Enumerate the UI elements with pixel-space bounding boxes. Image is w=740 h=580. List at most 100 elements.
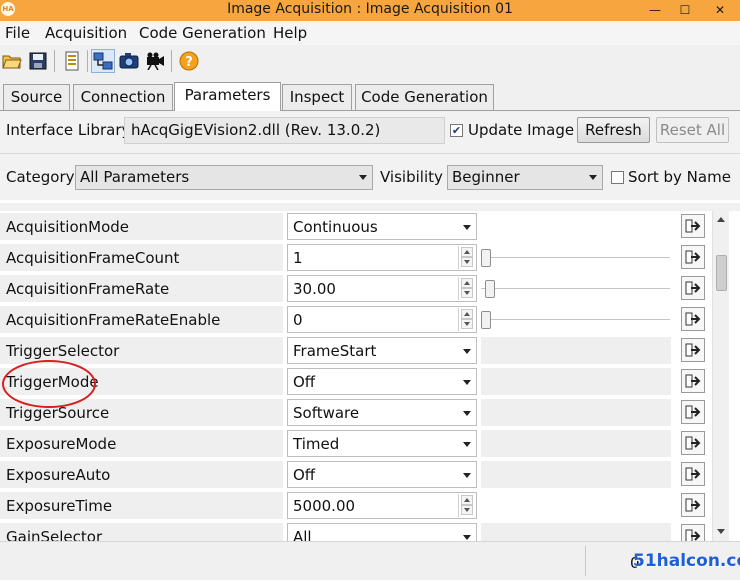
arrow-right-icon [685, 343, 701, 357]
category-label: Category [6, 168, 75, 186]
sort-by-name-label: Sort by Name [628, 168, 731, 186]
chevron-down-icon [463, 473, 471, 478]
parameter-name: AcquisitionFrameRateEnable [0, 306, 283, 333]
minimize-button[interactable]: — [640, 0, 670, 20]
parameter-value-dropdown[interactable]: Off [287, 368, 477, 395]
parameter-value: Software [293, 404, 360, 422]
parameter-value-dropdown[interactable]: Continuous [287, 213, 477, 240]
value-slider-thumb[interactable] [481, 249, 491, 267]
spin-up-icon[interactable] [461, 495, 473, 505]
parameter-info-button[interactable] [681, 338, 705, 362]
category-dropdown[interactable]: All Parameters [75, 165, 373, 190]
scrollbar-thumb[interactable] [716, 255, 727, 291]
spin-down-icon[interactable] [461, 505, 473, 515]
parameter-info-button[interactable] [681, 493, 705, 517]
parameter-info-button[interactable] [681, 400, 705, 424]
help-icon[interactable]: ? [177, 49, 201, 73]
tab-code-generation[interactable]: Code Generation [355, 84, 494, 110]
parameter-extra-field [481, 399, 671, 426]
toolbar-separator [87, 50, 88, 72]
parameter-info-button[interactable] [681, 307, 705, 331]
spin-down-icon[interactable] [461, 288, 473, 298]
parameter-row: AcquisitionFrameRate 30.00 [0, 273, 712, 304]
arrow-right-icon [685, 312, 701, 326]
spin-down-icon[interactable] [461, 257, 473, 267]
menu-code-generation[interactable]: Code Generation [139, 24, 266, 42]
parameter-row: AcquisitionFrameCount 1 [0, 242, 712, 273]
parameter-name: TriggerSelector [0, 337, 283, 364]
refresh-button[interactable]: Refresh [577, 117, 650, 143]
chevron-down-icon [463, 349, 471, 354]
menu-acquisition[interactable]: Acquisition [45, 24, 127, 42]
update-image-checkbox[interactable]: ✔ [450, 124, 463, 137]
parameter-value: 1 [293, 249, 303, 267]
arrow-right-icon [685, 250, 701, 264]
parameter-name: ExposureAuto [0, 461, 283, 488]
value-slider-thumb[interactable] [484, 280, 495, 298]
chevron-down-icon [463, 225, 471, 230]
parameter-row: ExposureTime 5000.00 [0, 490, 712, 521]
parameter-value-dropdown[interactable]: Off [287, 461, 477, 488]
save-icon[interactable] [26, 49, 50, 73]
parameter-value-spinner[interactable]: 5000.00 [287, 492, 477, 519]
parameter-info-button[interactable] [681, 431, 705, 455]
menu-help[interactable]: Help [273, 24, 307, 42]
parameters-panel: Interface Library hAcqGigEVision2.dll (R… [0, 111, 740, 580]
spin-up-icon[interactable] [461, 278, 473, 288]
parameter-value-spinner[interactable]: 1 [287, 244, 477, 271]
scroll-up-icon[interactable] [715, 213, 728, 227]
parameter-value-spinner[interactable]: 0 [287, 306, 477, 333]
parameter-name: TriggerMode [0, 368, 283, 395]
arrow-right-icon [685, 529, 701, 541]
parameter-row: TriggerSelector FrameStart [0, 335, 712, 366]
parameter-info-button[interactable] [681, 276, 705, 300]
scroll-down-icon[interactable] [715, 525, 728, 539]
tab-parameters[interactable]: Parameters [174, 82, 281, 111]
snap-camera-icon[interactable] [117, 49, 141, 73]
spin-up-icon[interactable] [461, 309, 473, 319]
parameter-value: All [293, 528, 312, 541]
menu-file[interactable]: File [5, 24, 30, 42]
live-video-icon[interactable] [143, 49, 167, 73]
value-slider-track[interactable] [481, 257, 670, 259]
parameter-extra-field [481, 368, 671, 395]
spin-down-icon[interactable] [461, 319, 473, 329]
spin-up-icon[interactable] [461, 247, 473, 257]
window-title: Image Acquisition : Image Acquisition 01 [227, 1, 513, 17]
maximize-button[interactable]: ☐ [670, 0, 700, 20]
tab-connection[interactable]: Connection [73, 84, 173, 110]
sort-by-name-checkbox[interactable] [611, 171, 624, 184]
camera-list-icon[interactable] [60, 49, 84, 73]
parameter-value-dropdown[interactable]: Timed [287, 430, 477, 457]
value-slider-track[interactable] [481, 288, 670, 290]
parameter-info-button[interactable] [681, 245, 705, 269]
parameter-info-button[interactable] [681, 214, 705, 238]
connect-icon[interactable] [91, 49, 115, 73]
parameter-name: ExposureMode [0, 430, 283, 457]
toolbar-separator [54, 50, 55, 72]
tab-inspect[interactable]: Inspect [282, 84, 352, 110]
arrow-right-icon [685, 281, 701, 295]
menu-bar: File Acquisition Code Generation Help [0, 21, 740, 45]
parameter-value-dropdown[interactable]: FrameStart [287, 337, 477, 364]
vertical-scrollbar[interactable] [712, 211, 729, 541]
parameter-info-button[interactable] [681, 462, 705, 486]
parameter-info-button[interactable] [681, 524, 705, 541]
parameter-row: ExposureAuto Off [0, 459, 712, 490]
tab-strip: Source Connection Parameters Inspect Cod… [0, 82, 740, 111]
parameter-row: AcquisitionFrameRateEnable 0 [0, 304, 712, 335]
parameter-value-spinner[interactable]: 30.00 [287, 275, 477, 302]
arrow-right-icon [685, 405, 701, 419]
reset-all-button[interactable]: Reset All [656, 117, 729, 143]
visibility-dropdown[interactable]: Beginner [447, 165, 603, 190]
parameter-value-dropdown[interactable]: All [287, 523, 477, 541]
parameter-info-button[interactable] [681, 369, 705, 393]
parameter-row: TriggerMode Off [0, 366, 712, 397]
parameter-value-dropdown[interactable]: Software [287, 399, 477, 426]
parameter-name: ExposureTime [0, 492, 283, 519]
value-slider-thumb[interactable] [481, 311, 491, 329]
close-button[interactable]: ✕ [705, 0, 735, 20]
open-folder-icon[interactable] [0, 49, 24, 73]
value-slider-track[interactable] [481, 319, 670, 321]
tab-source[interactable]: Source [3, 84, 70, 110]
